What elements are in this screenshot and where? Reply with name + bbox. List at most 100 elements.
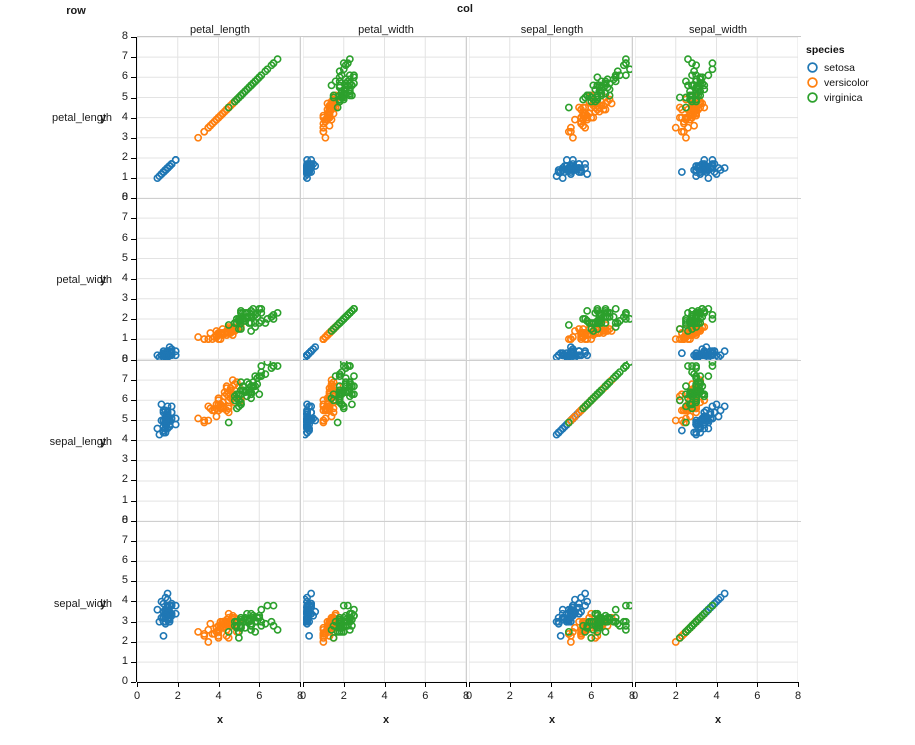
panel-sepal_length-vs-sepal_width[interactable] <box>469 520 632 682</box>
y-axis-tick-label: 7 <box>121 50 128 63</box>
panel-sepal_length-vs-sepal_length[interactable] <box>469 359 632 521</box>
panel-petal_length-vs-sepal_width[interactable] <box>137 520 300 682</box>
y-axis-tick-label: 1 <box>121 332 128 345</box>
legend: species setosa versicolor virginica <box>806 44 869 105</box>
x-axis-tick-label: 2 <box>506 690 513 702</box>
x-axis-tick <box>757 682 759 687</box>
y-axis-tick-label: 5 <box>121 413 128 425</box>
y-axis-tick-label: 3 <box>121 130 128 143</box>
panel-petal_length-vs-petal_width[interactable] <box>137 198 300 360</box>
panel-sepal_width-vs-petal_length[interactable] <box>635 37 798 199</box>
facet-col-separator <box>632 37 633 682</box>
legend-swatch-icon <box>806 76 819 89</box>
panel-petal_width-vs-sepal_width[interactable] <box>303 520 466 682</box>
x-axis-tick-label: 2 <box>174 690 181 702</box>
x-axis-tick <box>259 682 261 687</box>
y-axis-tick <box>131 37 136 38</box>
y-axis-tick <box>131 641 136 643</box>
x-axis-tick-label: 2 <box>672 690 679 702</box>
col-strip-petal-length: petal_length <box>190 24 250 36</box>
panel-petal_width-vs-petal_length[interactable] <box>303 37 466 199</box>
x-axis-tick-label: 0 <box>133 690 141 702</box>
y-axis-tick-label: 4 <box>121 271 128 284</box>
x-axis-title-col-1: x <box>382 714 390 726</box>
legend-item-versicolor[interactable]: versicolor <box>806 75 869 90</box>
x-axis-tick-label: 4 <box>215 690 222 702</box>
x-axis-tick-label: 4 <box>713 690 720 702</box>
panel-petal_width-vs-petal_width[interactable] <box>303 198 466 360</box>
y-axis-tick-label: 4 <box>121 433 128 446</box>
panel-sepal_width-vs-sepal_length[interactable] <box>635 359 798 521</box>
legend-item-setosa[interactable]: setosa <box>806 60 869 75</box>
y-axis-tick <box>131 198 136 200</box>
y-axis-tick-label: 1 <box>121 654 128 667</box>
y-axis-tick <box>131 379 136 381</box>
y-axis-tick-label: 2 <box>121 312 128 325</box>
y-axis-tick-label: 2 <box>121 150 128 163</box>
y-axis-tick <box>131 359 136 361</box>
facet-col-separator <box>300 37 301 682</box>
x-axis-tick <box>466 682 467 687</box>
panel-sepal_length-vs-petal_width[interactable] <box>469 198 632 360</box>
x-axis-tick <box>425 682 427 687</box>
y-axis-tick <box>131 218 136 220</box>
y-axis-tick-label: 6 <box>121 231 128 244</box>
y-axis-tick-label: 8 <box>121 352 128 365</box>
row-strip-sepal-length: sepal_length <box>49 436 112 448</box>
y-axis-tick <box>131 581 136 583</box>
x-axis-tick <box>300 682 301 687</box>
y-axis-tick <box>131 460 136 462</box>
legend-item-virginica[interactable]: virginica <box>806 90 869 105</box>
y-axis-tick-label: 4 <box>121 110 128 123</box>
row-facet-super-label: row <box>66 5 86 17</box>
y-axis-tick <box>131 178 136 180</box>
y-axis-tick <box>131 299 136 300</box>
y-axis-tick <box>131 238 136 240</box>
x-axis-tick-label: 0 <box>299 690 307 702</box>
y-axis-title-row-1: y <box>100 274 107 286</box>
panel-petal_width-vs-sepal_length[interactable] <box>303 359 466 521</box>
col-strip-sepal-length: sepal_length <box>520 24 584 36</box>
y-axis-tick <box>131 420 136 421</box>
y-axis-tick-label: 6 <box>121 554 128 567</box>
y-axis-tick <box>131 339 136 341</box>
y-axis-tick <box>131 278 136 280</box>
panel-sepal_length-vs-petal_length[interactable] <box>469 37 632 199</box>
x-axis-tick <box>550 682 552 687</box>
legend-title: species <box>806 44 845 56</box>
x-axis-tick-label: 0 <box>465 690 473 702</box>
row-strip-sepal-width: sepal_width <box>53 598 112 610</box>
col-strip-sepal-width: sepal_width <box>688 24 748 36</box>
x-axis-tick-label: 8 <box>794 690 802 702</box>
y-axis-tick <box>131 621 136 623</box>
x-axis-tick <box>303 682 304 687</box>
y-axis-tick <box>131 319 136 321</box>
y-axis-tick <box>131 601 136 603</box>
y-axis-tick <box>131 540 136 542</box>
y-axis-tick-label: 2 <box>121 634 128 647</box>
panel-sepal_width-vs-petal_width[interactable] <box>635 198 798 360</box>
y-axis-tick-label: 7 <box>121 533 128 546</box>
y-axis-tick-label: 5 <box>121 90 128 103</box>
x-axis-tick <box>716 682 718 687</box>
y-axis-spine <box>136 520 137 682</box>
x-axis-tick <box>675 682 677 687</box>
x-axis-tick <box>509 682 511 687</box>
x-axis-tick-label: 4 <box>381 690 388 702</box>
panel-petal_length-vs-petal_length[interactable] <box>137 37 300 199</box>
x-axis-tick <box>177 682 179 687</box>
y-axis-tick <box>131 480 136 482</box>
y-axis-tick-label: 8 <box>121 191 128 204</box>
x-axis-tick <box>218 682 220 687</box>
x-axis-tick-label: 2 <box>340 690 347 702</box>
legend-items: setosa versicolor virginica <box>806 60 869 105</box>
col-facet-super-label: col <box>457 3 473 15</box>
y-axis-tick <box>131 57 136 59</box>
x-axis-tick <box>798 682 799 687</box>
y-axis-tick-label: 8 <box>121 513 128 526</box>
panel-sepal_width-vs-sepal_width[interactable] <box>635 520 798 682</box>
y-axis-spine <box>136 198 137 360</box>
panel-petal_length-vs-sepal_length[interactable] <box>137 359 300 521</box>
y-axis-tick-label: 5 <box>121 574 128 587</box>
y-axis-tick <box>131 258 136 260</box>
